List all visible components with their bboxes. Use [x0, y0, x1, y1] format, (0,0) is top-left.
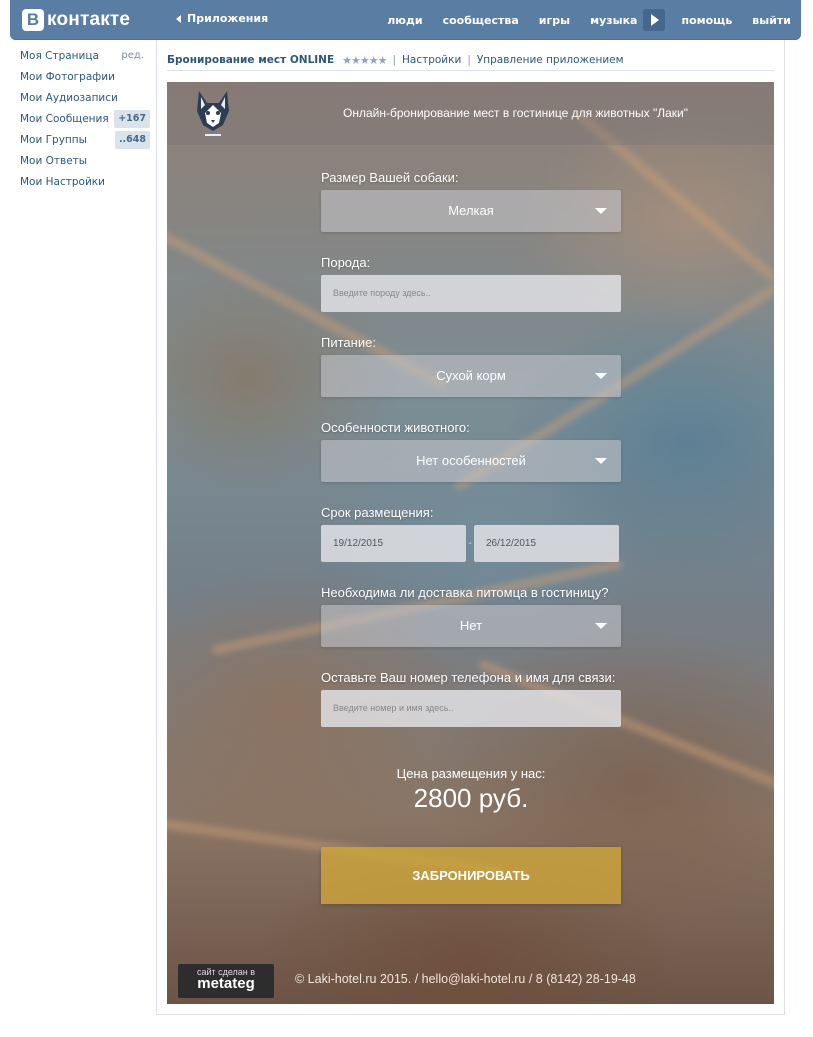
metateg-logo: metateg	[197, 975, 255, 992]
delivery-value: Нет	[459, 618, 483, 633]
app-settings-link[interactable]: Настройки	[402, 54, 461, 66]
app-header: Бронирование мест ONLINE ★★★★★ | Настрой…	[167, 52, 624, 68]
delivery-select[interactable]: Нет	[321, 605, 621, 647]
book-button[interactable]: ЗАБРОНИРОВАТЬ	[321, 847, 621, 904]
nav-logout[interactable]: выйти	[752, 14, 791, 27]
breed-label: Порода:	[321, 255, 371, 270]
sidebar-item-label: Мои Настройки	[20, 176, 105, 188]
sidebar-item-photos[interactable]: Мои Фотографии	[20, 69, 150, 90]
divider	[167, 70, 774, 71]
date-separator: -	[468, 538, 472, 549]
nav-people[interactable]: люди	[387, 14, 422, 27]
vk-logo-icon: В	[22, 9, 44, 31]
separator: |	[392, 54, 396, 66]
sidebar-item-settings[interactable]: Мои Настройки	[20, 174, 150, 195]
contact-label: Оставьте Ваш номер телефона и имя для св…	[321, 670, 616, 685]
nav-help[interactable]: помощь	[681, 14, 732, 27]
app-frame-header: Онлайн-бронирование мест в гостинице для…	[167, 82, 774, 146]
price-label: Цена размещения у нас:	[396, 766, 546, 781]
caret-down-icon	[595, 208, 607, 214]
app-heading: Онлайн-бронирование мест в гостинице для…	[343, 106, 688, 120]
top-nav: люди сообщества игры музыка помощь выйти	[367, 0, 791, 40]
app-title-link[interactable]: Бронирование мест ONLINE	[167, 54, 334, 66]
vk-logo[interactable]: В контакте	[22, 8, 130, 32]
price-block: Цена размещения у нас: 2800 руб.	[321, 766, 621, 814]
caret-down-icon	[595, 458, 607, 464]
footer-contacts: © Laki-hotel.ru 2015. / hello@laki-hotel…	[295, 972, 636, 986]
features-label: Особенности животного:	[321, 420, 470, 435]
features-value: Нет особенностей	[416, 453, 526, 468]
period-label: Срок размещения:	[321, 505, 434, 520]
delivery-label: Необходима ли доставка питомца в гостини…	[321, 585, 609, 600]
date-range: 19/12/2015 - 26/12/2015	[321, 525, 621, 562]
top-bar: В контакте Приложения люди сообщества иг…	[10, 0, 801, 40]
date-from-input[interactable]: 19/12/2015	[321, 525, 466, 562]
messages-count-badge: +167	[114, 110, 150, 128]
husky-logo-icon	[197, 91, 229, 136]
nav-music[interactable]: музыка	[590, 14, 637, 27]
booking-form: Размер Вашей собаки: Мелкая Порода: Введ…	[321, 170, 621, 727]
food-label: Питание:	[321, 335, 376, 350]
rating-stars-icon: ★★★★★	[342, 53, 387, 67]
edit-link[interactable]: ред.	[121, 48, 144, 64]
dog-size-value: Мелкая	[448, 203, 494, 218]
nav-games[interactable]: игры	[539, 14, 570, 27]
sidebar-item-audio[interactable]: Мои Аудиозаписи	[20, 90, 150, 111]
music-play-button[interactable]	[643, 9, 666, 31]
dog-size-select[interactable]: Мелкая	[321, 190, 621, 232]
sidebar-item-label: Мои Сообщения	[20, 113, 109, 125]
apps-back-link[interactable]: Приложения	[176, 12, 268, 25]
separator: |	[467, 54, 471, 66]
sidebar-item-label: Мои Группы	[20, 134, 87, 146]
sidebar-item-messages[interactable]: Мои Сообщения +167	[20, 110, 150, 132]
sidebar-item-label: Мои Ответы	[20, 155, 88, 167]
dog-size-label: Размер Вашей собаки:	[321, 170, 459, 185]
features-select[interactable]: Нет особенностей	[321, 440, 621, 482]
apps-link-label: Приложения	[187, 12, 269, 25]
groups-count-badge: ..648	[114, 131, 150, 149]
left-sidebar: Моя Страница ред. Мои Фотографии Мои Ауд…	[20, 48, 150, 195]
food-select[interactable]: Сухой корм	[321, 355, 621, 397]
app-frame: Онлайн-бронирование мест в гостинице для…	[167, 82, 774, 1004]
play-icon	[651, 14, 660, 26]
sidebar-item-groups[interactable]: Мои Группы ..648	[20, 131, 150, 153]
contact-input[interactable]: Введите номер и имя здесь..	[321, 690, 621, 727]
sidebar-item-label: Мои Аудиозаписи	[20, 92, 118, 104]
nav-communities[interactable]: сообщества	[443, 14, 519, 27]
breed-input[interactable]: Введите породу здесь..	[321, 275, 621, 312]
date-to-input[interactable]: 26/12/2015	[474, 525, 619, 562]
vk-logo-text: контакте	[47, 9, 131, 30]
sidebar-item-my-page[interactable]: Моя Страница ред.	[20, 48, 150, 69]
price-value: 2800 руб.	[413, 783, 529, 813]
metateg-badge[interactable]: сайт сделан в metateg	[178, 964, 274, 998]
sidebar-item-label: Мои Фотографии	[20, 71, 115, 83]
back-arrow-icon	[176, 14, 181, 23]
caret-down-icon	[595, 373, 607, 379]
sidebar-item-answers[interactable]: Мои Ответы	[20, 153, 150, 174]
caret-down-icon	[595, 623, 607, 629]
food-value: Сухой корм	[436, 368, 506, 383]
sidebar-item-label: Моя Страница	[20, 50, 99, 62]
app-manage-link[interactable]: Управление приложением	[477, 54, 624, 66]
